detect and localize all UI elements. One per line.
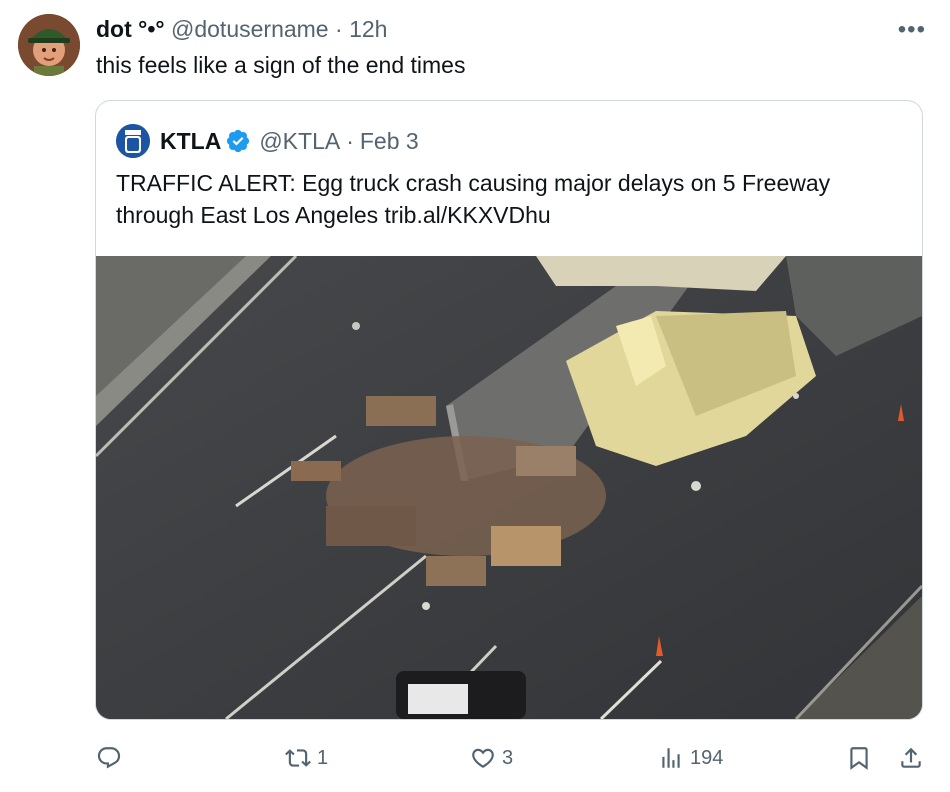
author-name[interactable]: dot °•° (96, 16, 165, 42)
heart-icon (472, 748, 494, 768)
tweet-time[interactable]: 12h (349, 16, 387, 42)
quoted-header-separator: · (346, 127, 354, 154)
quoted-author-handle[interactable]: @KTLA (259, 128, 340, 155)
author-avatar[interactable] (18, 14, 80, 76)
reply-icon (97, 747, 121, 769)
views-button[interactable]: 194 (658, 740, 723, 776)
views-icon (662, 748, 680, 768)
author-handle[interactable]: @dotusername (171, 16, 329, 42)
reply-button[interactable] (96, 740, 128, 776)
avatar-image (18, 14, 80, 76)
quoted-tweet-image[interactable] (96, 254, 922, 719)
header-separator: · (335, 16, 343, 42)
tweet-text: this feels like a sign of the end times (96, 52, 466, 78)
share-icon (901, 747, 921, 768)
bookmark-icon (850, 747, 868, 770)
quoted-tweet-text: TRAFFIC ALERT: Egg truck crash causing m… (116, 170, 831, 228)
verified-badge-icon (227, 129, 250, 153)
more-options-icon[interactable]: ••• (898, 18, 926, 42)
share-button[interactable] (898, 740, 924, 776)
retweet-icon (285, 749, 311, 767)
retweet-button[interactable]: 1 (285, 740, 328, 776)
views-count: 194 (690, 746, 724, 769)
quoted-tweet-card[interactable]: KTLA @KTLA · Feb 3 TRAFFIC ALERT: Egg tr… (95, 100, 923, 720)
quoted-tweet-time[interactable]: Feb 3 (360, 128, 419, 155)
like-count: 3 (502, 746, 514, 769)
retweet-count: 1 (317, 746, 329, 769)
bookmark-button[interactable] (846, 740, 872, 776)
quoted-author-name[interactable]: KTLA (160, 128, 221, 155)
ktla-logo-icon (116, 124, 150, 158)
ktla-avatar[interactable] (116, 124, 150, 158)
tweet-action-bar: 1 3 194 (0, 740, 950, 776)
quoted-tweet-header: KTLA @KTLA · Feb 3 (116, 123, 419, 159)
tweet-header: dot °•° @dotusername · 12h (96, 14, 387, 44)
crash-photo (96, 254, 922, 719)
like-button[interactable]: 3 (470, 740, 513, 776)
